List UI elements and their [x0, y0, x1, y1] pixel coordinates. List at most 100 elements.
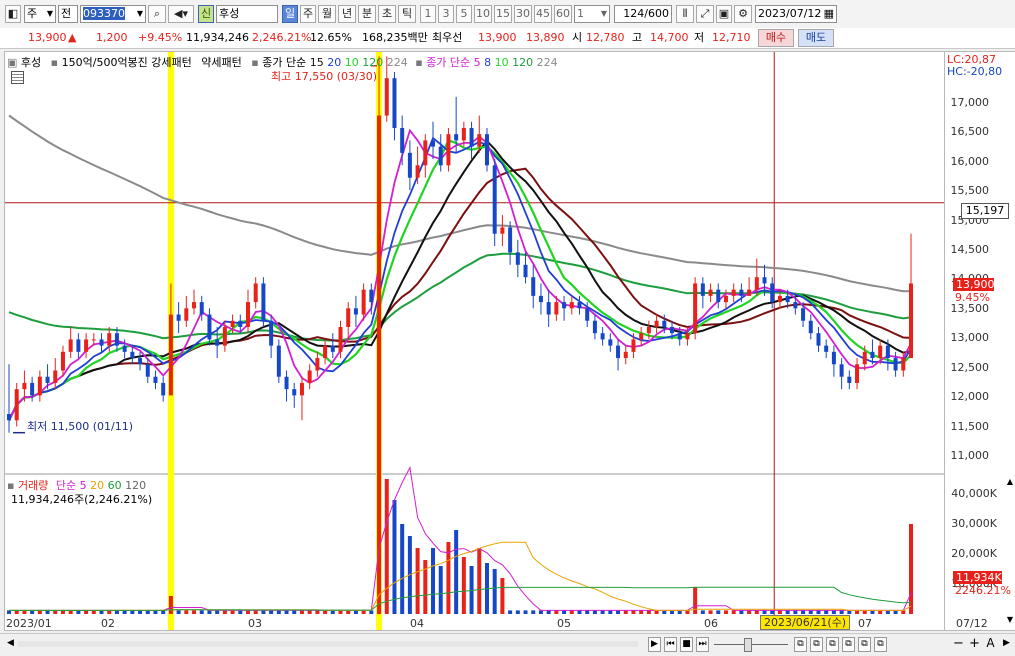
volume-bar	[754, 610, 759, 614]
candle-body	[207, 314, 212, 340]
candle-body	[747, 289, 752, 296]
candle-body	[292, 389, 297, 396]
legend-square-icon-3: ▪	[415, 56, 423, 69]
grid-icon[interactable]	[11, 71, 24, 84]
window-5-icon[interactable]: ⧉	[858, 637, 871, 652]
volume-bar	[870, 610, 875, 614]
y-tick-14500: 14,500	[950, 243, 990, 256]
period-week-button[interactable]: 주	[300, 5, 316, 23]
axis-scroll-up-icon[interactable]: ▲	[1007, 477, 1013, 486]
volume-bar	[577, 610, 582, 614]
minute-15-button[interactable]: 15	[494, 5, 512, 23]
volume-bar	[693, 587, 698, 614]
candle-body	[616, 345, 621, 359]
period-day-button[interactable]: 일	[282, 5, 298, 23]
stock-name-field[interactable]: 후성	[216, 5, 278, 23]
candle-body	[739, 289, 744, 296]
volume-bar	[770, 610, 775, 614]
candle-body	[808, 320, 813, 334]
zoom-in-icon[interactable]: +	[968, 637, 981, 652]
minute-3-button[interactable]: 3	[438, 5, 454, 23]
axis-scroll-down-icon[interactable]: ▼	[1007, 615, 1013, 624]
volume-bar	[616, 610, 621, 614]
volume-bar	[415, 548, 420, 614]
volume-bar	[569, 610, 574, 614]
legend-ma2-120: 120	[512, 56, 534, 69]
sell-button[interactable]: 매도	[798, 29, 834, 47]
window-2-icon[interactable]: ⧉	[810, 637, 823, 652]
y-tick-16000: 16,000	[950, 155, 990, 168]
period-tick-button[interactable]: 틱	[398, 5, 416, 23]
fast-forward-icon[interactable]: ⏭	[696, 637, 709, 652]
vol-tick-20000k: 20,000K	[951, 547, 997, 560]
minute-45-button[interactable]: 45	[534, 5, 552, 23]
candle-body	[492, 165, 497, 234]
volume-tag: 11,934K	[953, 571, 1002, 584]
candle-body	[60, 351, 65, 371]
minute-30-button[interactable]: 30	[514, 5, 532, 23]
volume-bar	[392, 500, 397, 614]
quote-volume-ratio: 2,246.21%	[252, 31, 312, 44]
minute-1-button[interactable]: 1	[420, 5, 436, 23]
candle-body	[839, 364, 844, 377]
stop-icon[interactable]: ■	[680, 637, 693, 652]
scroll-track[interactable]	[18, 641, 638, 647]
volume-bar	[245, 610, 250, 614]
quote-low-label: 저	[694, 31, 705, 44]
candle-body	[76, 339, 81, 352]
search-icon[interactable]: ⌕	[148, 5, 166, 23]
market-select[interactable]: 주 ▼	[24, 5, 56, 23]
speaker-icon[interactable]: ◀▾	[168, 5, 194, 23]
stock-code-input[interactable]: 093370 ▼	[80, 5, 146, 23]
scroll-right-arrow-icon[interactable]: ▶	[1000, 637, 1013, 652]
bottom-scroll-bar: ◀ ▶ ⏮ ■ ⏭ ⧉ ⧉ ⧉ ⧉ ⧉ ⧉ − + A ▶	[0, 633, 1015, 656]
view-select[interactable]: 전	[58, 5, 78, 23]
date-field[interactable]: 2023/07/12 ▦	[755, 5, 837, 23]
period-second-button[interactable]: 초	[378, 5, 396, 23]
volume-bar	[238, 610, 243, 614]
rewind-icon[interactable]: ⏮	[664, 637, 677, 652]
window-3-icon[interactable]: ⧉	[826, 637, 839, 652]
y-tick-11500: 11,500	[950, 420, 990, 433]
buy-button[interactable]: 매수	[758, 29, 794, 47]
play-icon[interactable]: ▶	[648, 637, 661, 652]
volume-bar	[161, 610, 166, 614]
zoom-slider[interactable]	[714, 637, 788, 652]
volume-ma20-line	[9, 541, 912, 611]
vol-tick-30000k: 30,000K	[951, 517, 997, 530]
window-icon[interactable]: ◧	[5, 5, 21, 23]
candle-body	[855, 364, 860, 383]
volume-bar	[777, 610, 782, 614]
auto-scale-icon[interactable]: A	[984, 637, 997, 652]
candle-body	[885, 345, 890, 359]
window-4-icon[interactable]: ⧉	[842, 637, 855, 652]
volume-bar	[338, 610, 343, 614]
scroll-left-arrow-icon[interactable]: ◀	[4, 637, 17, 652]
legend-toggle-icon[interactable]: ▣	[7, 56, 17, 69]
period-month-button[interactable]: 월	[318, 5, 336, 23]
calendar-icon[interactable]: ▦	[824, 6, 834, 22]
window-6-icon[interactable]: ⧉	[874, 637, 887, 652]
volume-bar	[454, 530, 459, 614]
quote-change: 1,200	[96, 31, 128, 44]
candle-type-icon[interactable]: ⫴	[676, 5, 694, 23]
draw-tool-icon[interactable]: ⤢	[696, 5, 714, 23]
save-icon[interactable]: ▣	[716, 5, 732, 23]
minute-60-button[interactable]: 60	[554, 5, 572, 23]
window-1-icon[interactable]: ⧉	[794, 637, 807, 652]
chart-area[interactable]: ▣ 후성 ▪ 150억/500억봉진 강세패턴 약세패턴 ▪ 종가 단순 15 …	[4, 51, 945, 631]
candle-body	[299, 382, 304, 396]
period-minute-button[interactable]: 분	[358, 5, 376, 23]
candle-body	[37, 376, 42, 396]
minute-5-button[interactable]: 5	[456, 5, 472, 23]
data-count-field[interactable]: 124/600	[614, 5, 672, 23]
settings-gear-icon[interactable]: ⚙	[734, 5, 752, 23]
custom-minute-select[interactable]: 1 ▼	[574, 5, 610, 23]
volume-bar	[523, 610, 528, 614]
y-tick-13000: 13,000	[950, 331, 990, 344]
minute-10-button[interactable]: 10	[474, 5, 492, 23]
zoom-out-icon[interactable]: −	[952, 637, 965, 652]
candle-body	[168, 314, 173, 396]
volume-bar	[184, 610, 189, 614]
period-year-button[interactable]: 년	[338, 5, 356, 23]
